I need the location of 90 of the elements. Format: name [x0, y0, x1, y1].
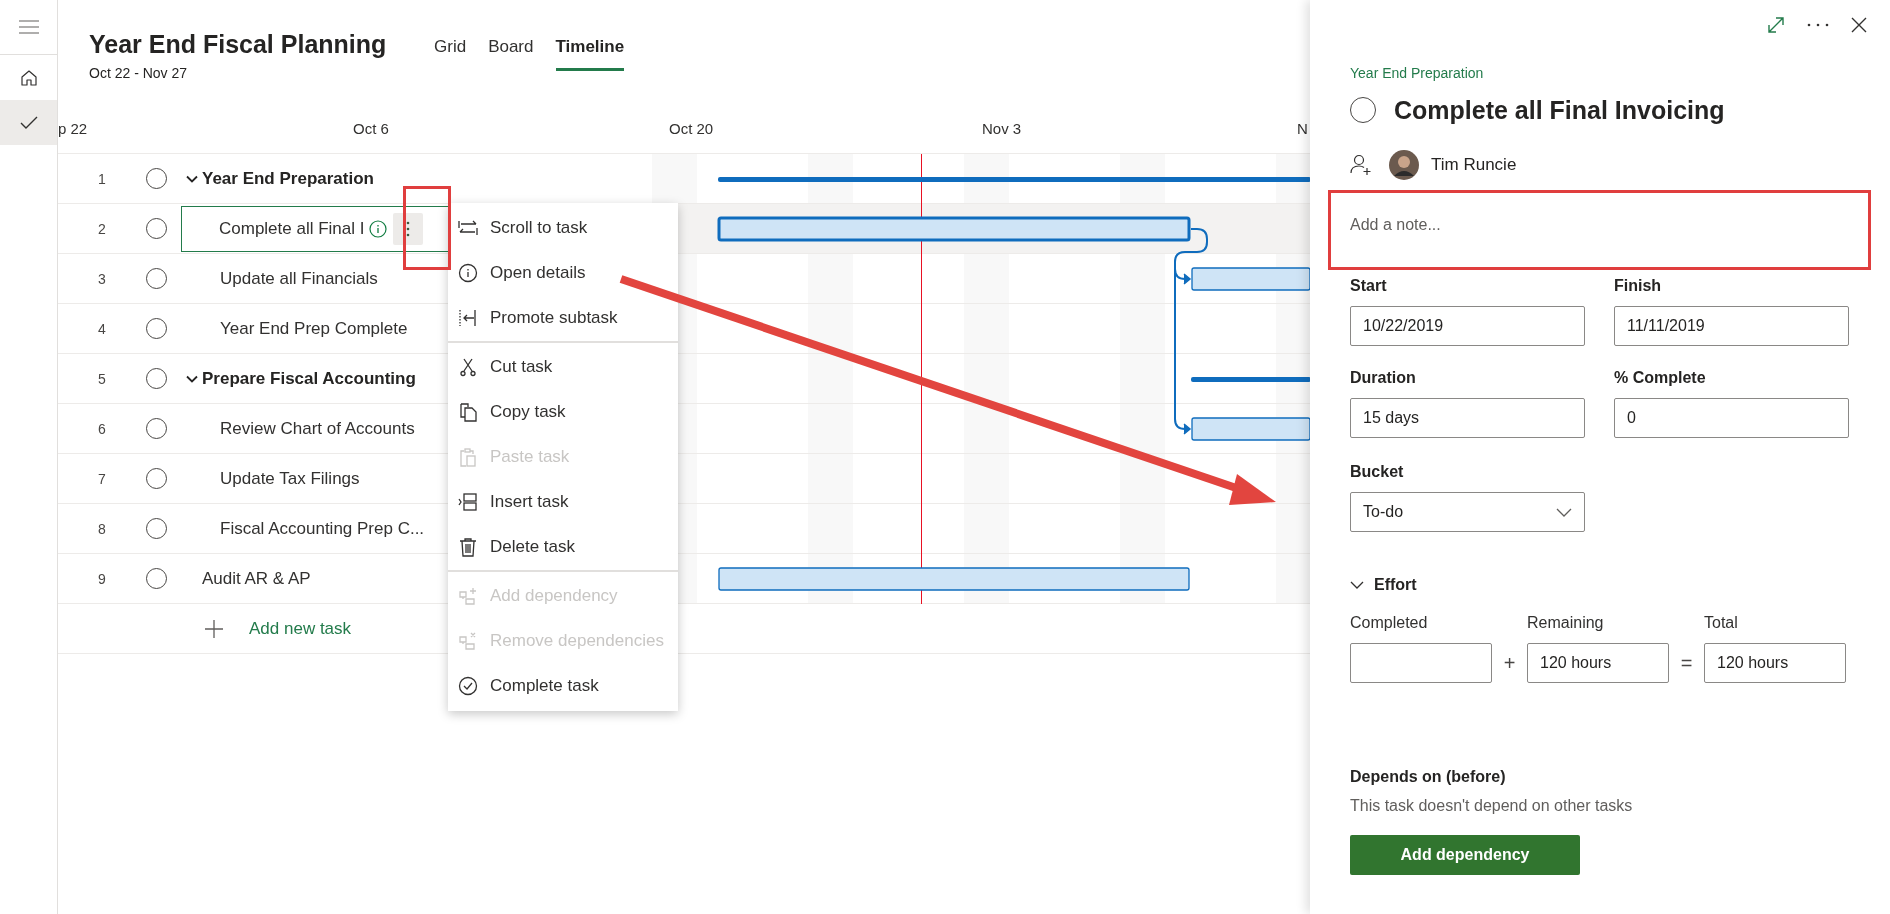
effort-heading: Effort: [1374, 575, 1417, 595]
duration-field[interactable]: 15 days: [1350, 398, 1585, 438]
task-name: Complete all Final I: [219, 218, 365, 239]
trash-icon: [458, 536, 478, 557]
timeline-date-label: Oct 20: [669, 120, 714, 138]
field-label: Start: [1350, 276, 1388, 296]
task-cell[interactable]: Complete all Final I: [181, 205, 449, 252]
more-icon[interactable]: [1807, 23, 1829, 27]
context-menu-item[interactable]: Insert task: [448, 479, 678, 524]
task-name: Update all Financials: [220, 268, 378, 289]
field-label: % Complete: [1614, 368, 1707, 388]
task-name: Audit AR & AP: [202, 568, 311, 589]
add-task-link[interactable]: Add new task: [249, 618, 352, 639]
field-label: Total: [1704, 613, 1739, 633]
task-name: Year End Prep Complete: [220, 318, 408, 339]
row-number: 3: [97, 270, 107, 287]
task-bar[interactable]: [717, 216, 1191, 242]
assignee-name: Tim Runcie: [1431, 155, 1517, 175]
copy-icon: [458, 401, 478, 422]
plan-title: Year End Fiscal Planning: [89, 29, 388, 60]
note-field[interactable]: Add a note...: [1332, 193, 1871, 265]
chevron-down-icon: [1556, 507, 1572, 517]
add-link-icon: [458, 585, 478, 606]
avatar-icon: [1389, 150, 1419, 180]
more-options-button[interactable]: [392, 212, 423, 245]
bucket-name: Year End Preparation: [1350, 64, 1485, 82]
assign-person-icon[interactable]: [1350, 154, 1372, 176]
context-menu-item[interactable]: Promote subtask: [448, 295, 678, 340]
field-label: Remaining: [1527, 613, 1605, 633]
plus-sign: +: [1502, 651, 1517, 675]
vertical-dots-icon: [405, 220, 410, 237]
remaining-hours-field[interactable]: 120 hours: [1527, 643, 1669, 683]
close-icon[interactable]: [1851, 17, 1867, 33]
task-name: Update Tax Filings: [220, 468, 360, 489]
task-bar[interactable]: [1191, 267, 1311, 291]
task-name: Year End Preparation: [202, 168, 374, 189]
clipboard-icon: [458, 446, 478, 467]
context-menu-item[interactable]: Scroll to task: [448, 205, 678, 250]
dependencies-empty-text: This task doesn't depend on other tasks: [1350, 796, 1634, 816]
start-date-field[interactable]: 10/22/2019: [1350, 306, 1585, 346]
view-tab[interactable]: Timeline: [555, 28, 625, 71]
total-hours-field[interactable]: 120 hours: [1704, 643, 1846, 683]
checkmark-icon: [19, 115, 38, 130]
row-number: 2: [97, 220, 107, 237]
expand-icon[interactable]: [1767, 16, 1785, 34]
timeline-date-label: Nov 3: [982, 120, 1022, 138]
check-circle-icon: [458, 675, 478, 696]
task-bar[interactable]: [718, 567, 1190, 591]
context-menu-item[interactable]: Open details: [448, 250, 678, 295]
info-icon[interactable]: [368, 219, 387, 238]
field-label: Bucket: [1350, 462, 1405, 482]
context-menu-item[interactable]: Complete task: [448, 663, 678, 708]
task-name: Prepare Fiscal Accounting: [202, 368, 416, 389]
row-number: 5: [97, 370, 107, 387]
timeline-date-label: N: [1297, 120, 1308, 138]
info-icon: [458, 262, 478, 283]
context-menu-item[interactable]: Delete task: [448, 524, 678, 569]
add-dependency-button[interactable]: Add dependency: [1350, 835, 1580, 875]
finish-date-field[interactable]: 11/11/2019: [1614, 306, 1849, 346]
row-number: 8: [97, 520, 107, 537]
timeline-date-label: Oct 6: [353, 120, 389, 138]
field-label: Finish: [1614, 276, 1663, 296]
equals-sign: =: [1679, 651, 1694, 675]
row-number: 4: [97, 320, 107, 337]
home-icon: [19, 68, 38, 87]
scissors-icon: [458, 356, 478, 377]
field-label: Duration: [1350, 368, 1417, 388]
view-tab[interactable]: Grid: [434, 28, 467, 71]
outdent-icon: [458, 307, 478, 328]
row-number: 6: [97, 420, 107, 437]
task-title: Complete all Final Invoicing: [1394, 95, 1725, 126]
dependencies-heading: Depends on (before): [1350, 767, 1507, 787]
task-name: Review Chart of Accounts: [220, 418, 415, 439]
remove-link-icon: [458, 630, 478, 651]
task-cell[interactable]: Year End Preparation: [181, 155, 456, 202]
row-number: 9: [97, 570, 107, 587]
timeline-date-label: p 22: [58, 120, 88, 138]
chevron-down-icon[interactable]: [1350, 580, 1364, 590]
view-tab[interactable]: Board: [488, 28, 534, 71]
task-bar[interactable]: [1191, 417, 1311, 441]
row-number: 7: [97, 470, 107, 487]
percent-complete-field[interactable]: 0: [1614, 398, 1849, 438]
insert-row-icon: [458, 491, 478, 512]
task-name: Fiscal Accounting Prep C...: [220, 518, 425, 539]
row-number: 1: [97, 170, 107, 187]
completed-hours-field[interactable]: [1350, 643, 1492, 683]
field-label: Completed: [1350, 613, 1429, 633]
plan-date-range: Oct 22 - Nov 27: [89, 64, 189, 82]
bucket-dropdown[interactable]: To-do: [1350, 492, 1585, 532]
plus-icon[interactable]: [205, 619, 223, 638]
